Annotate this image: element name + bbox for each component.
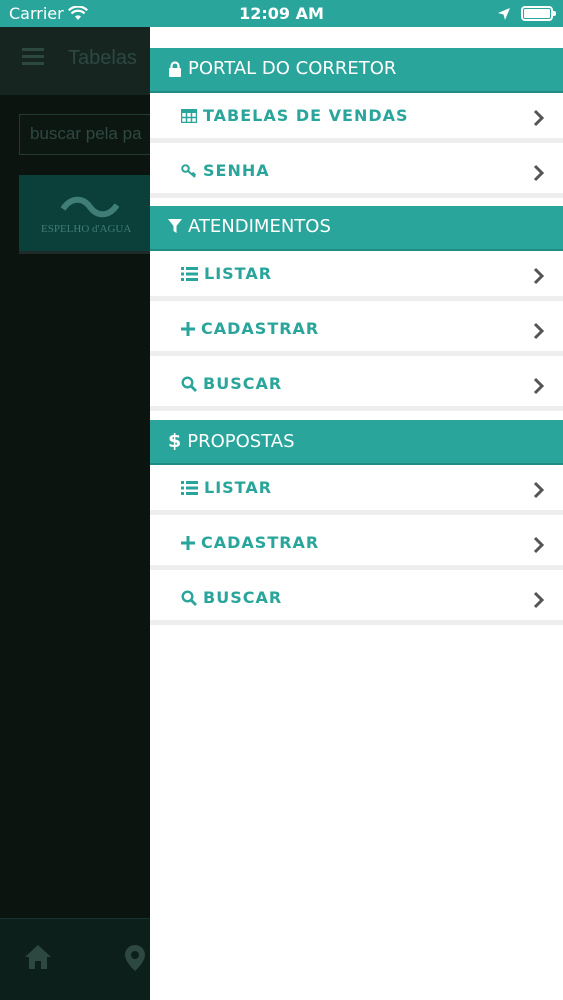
- chevron-right-icon: [533, 109, 545, 131]
- battery-icon: [521, 6, 556, 21]
- menu-item-label: SENHA: [203, 161, 270, 180]
- search-input[interactable]: buscar pela pa: [19, 114, 150, 155]
- section-atendimentos: ATENDIMENTOS: [150, 206, 563, 251]
- table-icon: [181, 108, 197, 123]
- map-pin-icon[interactable]: [124, 944, 146, 976]
- side-drawer: PORTAL DO CORRETOR TABELAS DE VENDAS SEN…: [150, 27, 563, 1000]
- chevron-right-icon: [533, 267, 545, 289]
- menu-item-label: BUSCAR: [203, 588, 283, 607]
- section-label: ATENDIMENTOS: [188, 216, 331, 237]
- menu-item-propostas-listar[interactable]: LISTAR: [150, 465, 563, 515]
- menu-item-atendimentos-listar[interactable]: LISTAR: [150, 251, 563, 301]
- search-icon: [181, 589, 197, 606]
- section-label: PROPOSTAS: [187, 430, 295, 452]
- menu-item-propostas-cadastrar[interactable]: CADASTRAR: [150, 520, 563, 570]
- lock-icon: [168, 60, 182, 77]
- menu-item-propostas-buscar[interactable]: BUSCAR: [150, 575, 563, 625]
- filter-icon: [168, 219, 182, 234]
- app-header: Tabelas: [0, 27, 150, 95]
- chevron-right-icon: [533, 591, 545, 613]
- search-placeholder: buscar pela pa: [30, 124, 142, 143]
- chevron-right-icon: [533, 164, 545, 186]
- plus-icon: [181, 321, 195, 336]
- background-app[interactable]: Tabelas buscar pela pa ESPELHO d'AGUA: [0, 27, 150, 1000]
- project-card[interactable]: ESPELHO d'AGUA: [19, 175, 150, 254]
- list-icon: [181, 266, 198, 281]
- menu-item-label: BUSCAR: [203, 374, 283, 393]
- home-icon[interactable]: [24, 944, 52, 974]
- menu-item-atendimentos-cadastrar[interactable]: CADASTRAR: [150, 306, 563, 356]
- section-propostas: $ PROPOSTAS: [150, 420, 563, 465]
- plus-icon: [181, 535, 195, 550]
- list-icon: [181, 480, 198, 495]
- menu-item-label: CADASTRAR: [201, 319, 320, 338]
- chevron-right-icon: [533, 481, 545, 503]
- project-card-name: ESPELHO d'AGUA: [41, 223, 132, 235]
- chevron-right-icon: [533, 536, 545, 558]
- chevron-right-icon: [533, 322, 545, 344]
- chevron-right-icon: [533, 377, 545, 399]
- hamburger-menu-icon[interactable]: [22, 47, 44, 69]
- menu-item-label: LISTAR: [204, 478, 273, 497]
- section-label: PORTAL DO CORRETOR: [188, 58, 397, 79]
- menu-item-label: LISTAR: [204, 264, 273, 283]
- project-logo-icon: [60, 195, 120, 223]
- menu-item-atendimentos-buscar[interactable]: BUSCAR: [150, 361, 563, 411]
- section-portal-do-corretor: PORTAL DO CORRETOR: [150, 48, 563, 93]
- status-time: 12:09 AM: [239, 4, 324, 23]
- menu-item-senha[interactable]: SENHA: [150, 148, 563, 198]
- key-icon: [181, 163, 197, 178]
- status-bar: Carrier 12:09 AM: [0, 0, 563, 27]
- menu-item-label: TABELAS DE VENDAS: [203, 106, 409, 125]
- bottom-tab-bar: [0, 918, 150, 1000]
- search-icon: [181, 375, 197, 392]
- menu-item-tabelas-de-vendas[interactable]: TABELAS DE VENDAS: [150, 93, 563, 143]
- page-title: Tabelas: [68, 47, 137, 69]
- menu-item-label: CADASTRAR: [201, 533, 320, 552]
- dollar-icon: $: [168, 430, 182, 452]
- location-arrow-icon: [497, 6, 511, 25]
